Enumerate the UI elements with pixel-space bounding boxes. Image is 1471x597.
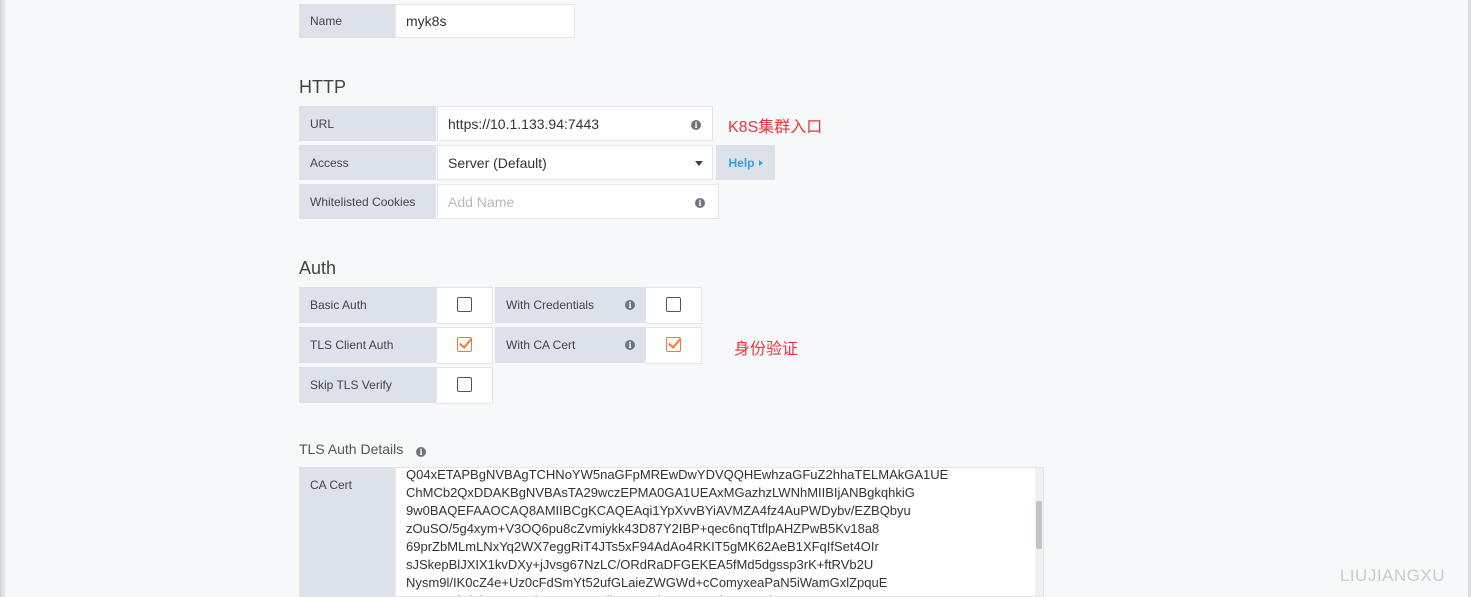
auth-annotation: 身份验证: [734, 341, 799, 358]
ca-cert-line: Cm09CqiHjnkv4nEAGbeeDC3LYDlhZoeNDkInNBWu…: [406, 592, 948, 596]
with-credentials-label: With Credentials i: [495, 287, 645, 323]
basic-auth-checkbox[interactable]: [457, 297, 472, 312]
check-icon: [667, 335, 682, 349]
basic-auth-cell: [436, 287, 493, 324]
url-input[interactable]: https://10.1.133.94:7443 i: [437, 106, 713, 141]
tls-client-auth-checkbox[interactable]: [457, 335, 473, 352]
whitelisted-cookies-placeholder: Add Name: [448, 193, 515, 210]
skip-tls-verify-label: Skip TLS Verify: [299, 367, 436, 403]
ca-cert-content: Q04xETAPBgNVBAgTCHNoYW5naGFpMREwDwYDVQQH…: [406, 467, 949, 596]
help-button-label: Help: [728, 155, 755, 170]
name-input[interactable]: myk8s: [395, 4, 575, 38]
ca-cert-line: Q04xETAPBgNVBAgTCHNoYW5naGFpMREwDwYDVQQH…: [406, 467, 949, 482]
access-select-value: Server (Default): [448, 154, 547, 171]
tls-client-auth-cell: [436, 327, 493, 364]
ca-cert-line: 69prZbMLmLNxYq2WX7eggRiT4JTs5xF94AdAo4RK…: [406, 539, 879, 554]
with-ca-cert-label: With CA Cert i: [495, 327, 645, 363]
with-credentials-checkbox[interactable]: [666, 297, 681, 312]
info-icon[interactable]: i: [625, 300, 635, 310]
url-input-value: https://10.1.133.94:7443: [448, 115, 600, 132]
info-icon[interactable]: i: [416, 447, 426, 457]
name-label: Name: [299, 4, 395, 38]
tls-auth-details-title: TLS Auth Details: [299, 441, 404, 457]
caret-right-icon: [758, 159, 763, 166]
ca-cert-line: Nysm9l/IK0cZ4e+Uz0cFdSmYt52ufGLaieZWGWd+…: [406, 575, 888, 590]
auth-section-title: Auth: [299, 258, 337, 278]
with-credentials-cell: [645, 287, 702, 324]
with-credentials-label-text: With Credentials: [506, 298, 595, 312]
info-icon[interactable]: i: [625, 340, 635, 350]
with-ca-cert-cell: [645, 327, 702, 364]
check-icon: [458, 335, 473, 349]
ca-cert-line: sJSkepBlJXIX1kvDXy+jJvsg67NzLC/ORdRaDFGE…: [406, 557, 874, 572]
ca-cert-label: CA Cert: [299, 467, 395, 597]
ca-cert-textarea[interactable]: Q04xETAPBgNVBAgTCHNoYW5naGFpMREwDwYDVQQH…: [395, 467, 1044, 597]
ca-cert-line: ChMCb2QxDDAKBgNVBAsTA29wczEPMA0GA1UEAxMG…: [406, 485, 915, 500]
basic-auth-label: Basic Auth: [299, 287, 436, 323]
watermark: LIUJIANGXU: [1339, 566, 1445, 585]
skip-tls-verify-checkbox[interactable]: [457, 377, 472, 392]
url-label: URL: [299, 106, 436, 141]
http-section-title: HTTP: [299, 77, 346, 97]
with-ca-cert-label-text: With CA Cert: [506, 338, 576, 352]
whitelisted-cookies-label: Whitelisted Cookies: [299, 184, 436, 219]
ca-cert-line: 9w0BAQEFAAOCAQ8AMIIBCgKCAQEAqi1YpXvvBYiA…: [406, 503, 911, 518]
chevron-down-icon: [695, 161, 703, 166]
help-button[interactable]: Help: [716, 145, 775, 180]
whitelisted-cookies-input[interactable]: Add Name i: [437, 184, 719, 219]
info-icon[interactable]: i: [691, 120, 701, 130]
with-ca-cert-checkbox[interactable]: [666, 335, 682, 352]
window-left-edge: [0, 0, 6, 597]
access-select[interactable]: Server (Default): [437, 145, 713, 180]
ca-cert-scrollbar-thumb[interactable]: [1036, 501, 1042, 549]
info-icon[interactable]: i: [695, 198, 705, 208]
ca-cert-scrollbar[interactable]: [1035, 468, 1043, 596]
skip-tls-verify-cell: [436, 367, 493, 404]
name-input-value: myk8s: [406, 13, 447, 29]
k8s-entry-annotation: K8S集群入口: [728, 119, 823, 136]
tls-client-auth-label: TLS Client Auth: [299, 327, 436, 363]
access-label: Access: [299, 145, 436, 180]
ca-cert-line: zOuSO/5g4xym+V3OQ6pu8cZvmiykk43D87Y2IBP+…: [406, 521, 880, 536]
